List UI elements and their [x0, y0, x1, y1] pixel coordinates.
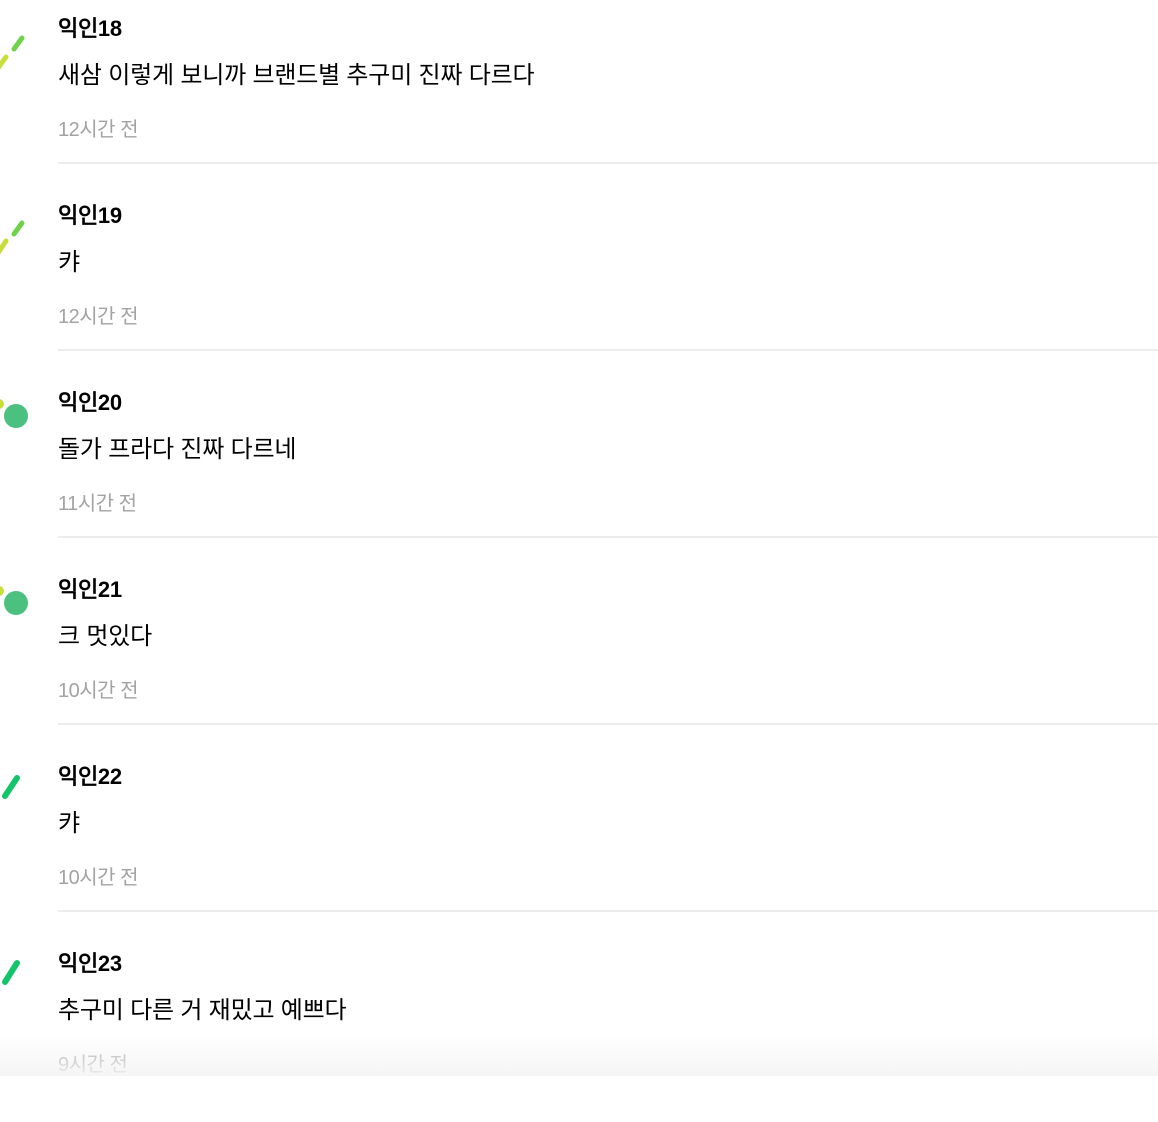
avatar-stroke-icon: [2, 960, 20, 985]
comment-item: 익인20 돌가 프라다 진짜 다르네 11시간 전: [0, 374, 1158, 561]
divider: [58, 349, 1158, 351]
comment-time: 9시간 전: [58, 1054, 128, 1076]
divider: [58, 536, 1158, 538]
avatar[interactable]: [0, 935, 40, 1035]
avatar[interactable]: [0, 748, 40, 848]
comment-author[interactable]: 익인18: [58, 14, 122, 44]
comment-text: 캬: [58, 810, 80, 837]
avatar[interactable]: [0, 374, 40, 474]
comment-item: 익인19 캬 12시간 전: [0, 187, 1158, 374]
comment-item: 익인22 캬 10시간 전: [0, 748, 1158, 935]
avatar-stroke-icon: [0, 35, 25, 70]
comment-author[interactable]: 익인23: [58, 949, 122, 979]
comment-text: 캬: [58, 249, 80, 276]
comment-item: 익인18 새삼 이렇게 보니까 브랜드별 추구미 진짜 다르다 12시간 전: [0, 0, 1158, 187]
avatar-dot-icon: [0, 399, 28, 428]
divider: [58, 162, 1158, 164]
divider: [58, 910, 1158, 912]
comment-list: 익인18 새삼 이렇게 보니까 브랜드별 추구미 진짜 다르다 12시간 전 익…: [0, 0, 1158, 1122]
comment-text: 새삼 이렇게 보니까 브랜드별 추구미 진짜 다르다: [58, 62, 535, 89]
avatar-dot-icon: [0, 586, 28, 615]
comment-time: 12시간 전: [58, 119, 139, 141]
comment-item: 익인23 추구미 다른 거 재밌고 예쁘다 9시간 전: [0, 935, 1158, 1122]
avatar[interactable]: [0, 0, 40, 100]
comment-time: 10시간 전: [58, 867, 139, 889]
comment-time: 12시간 전: [58, 306, 139, 328]
divider: [58, 723, 1158, 725]
comment-item: 익인21 크 멋있다 10시간 전: [0, 561, 1158, 748]
avatar[interactable]: [0, 187, 40, 287]
comment-author[interactable]: 익인19: [58, 201, 122, 231]
comment-author[interactable]: 익인20: [58, 388, 122, 418]
comment-text: 돌가 프라다 진짜 다르네: [58, 436, 297, 463]
comment-time: 11시간 전: [58, 493, 137, 515]
avatar-stroke-icon: [2, 775, 20, 799]
avatar-stroke-icon: [0, 220, 25, 255]
comment-text: 추구미 다른 거 재밌고 예쁘다: [58, 997, 347, 1024]
avatar[interactable]: [0, 561, 40, 661]
comment-time: 10시간 전: [58, 680, 139, 702]
comment-author[interactable]: 익인21: [58, 575, 122, 605]
comment-text: 크 멋있다: [58, 623, 152, 650]
comment-author[interactable]: 익인22: [58, 762, 122, 792]
